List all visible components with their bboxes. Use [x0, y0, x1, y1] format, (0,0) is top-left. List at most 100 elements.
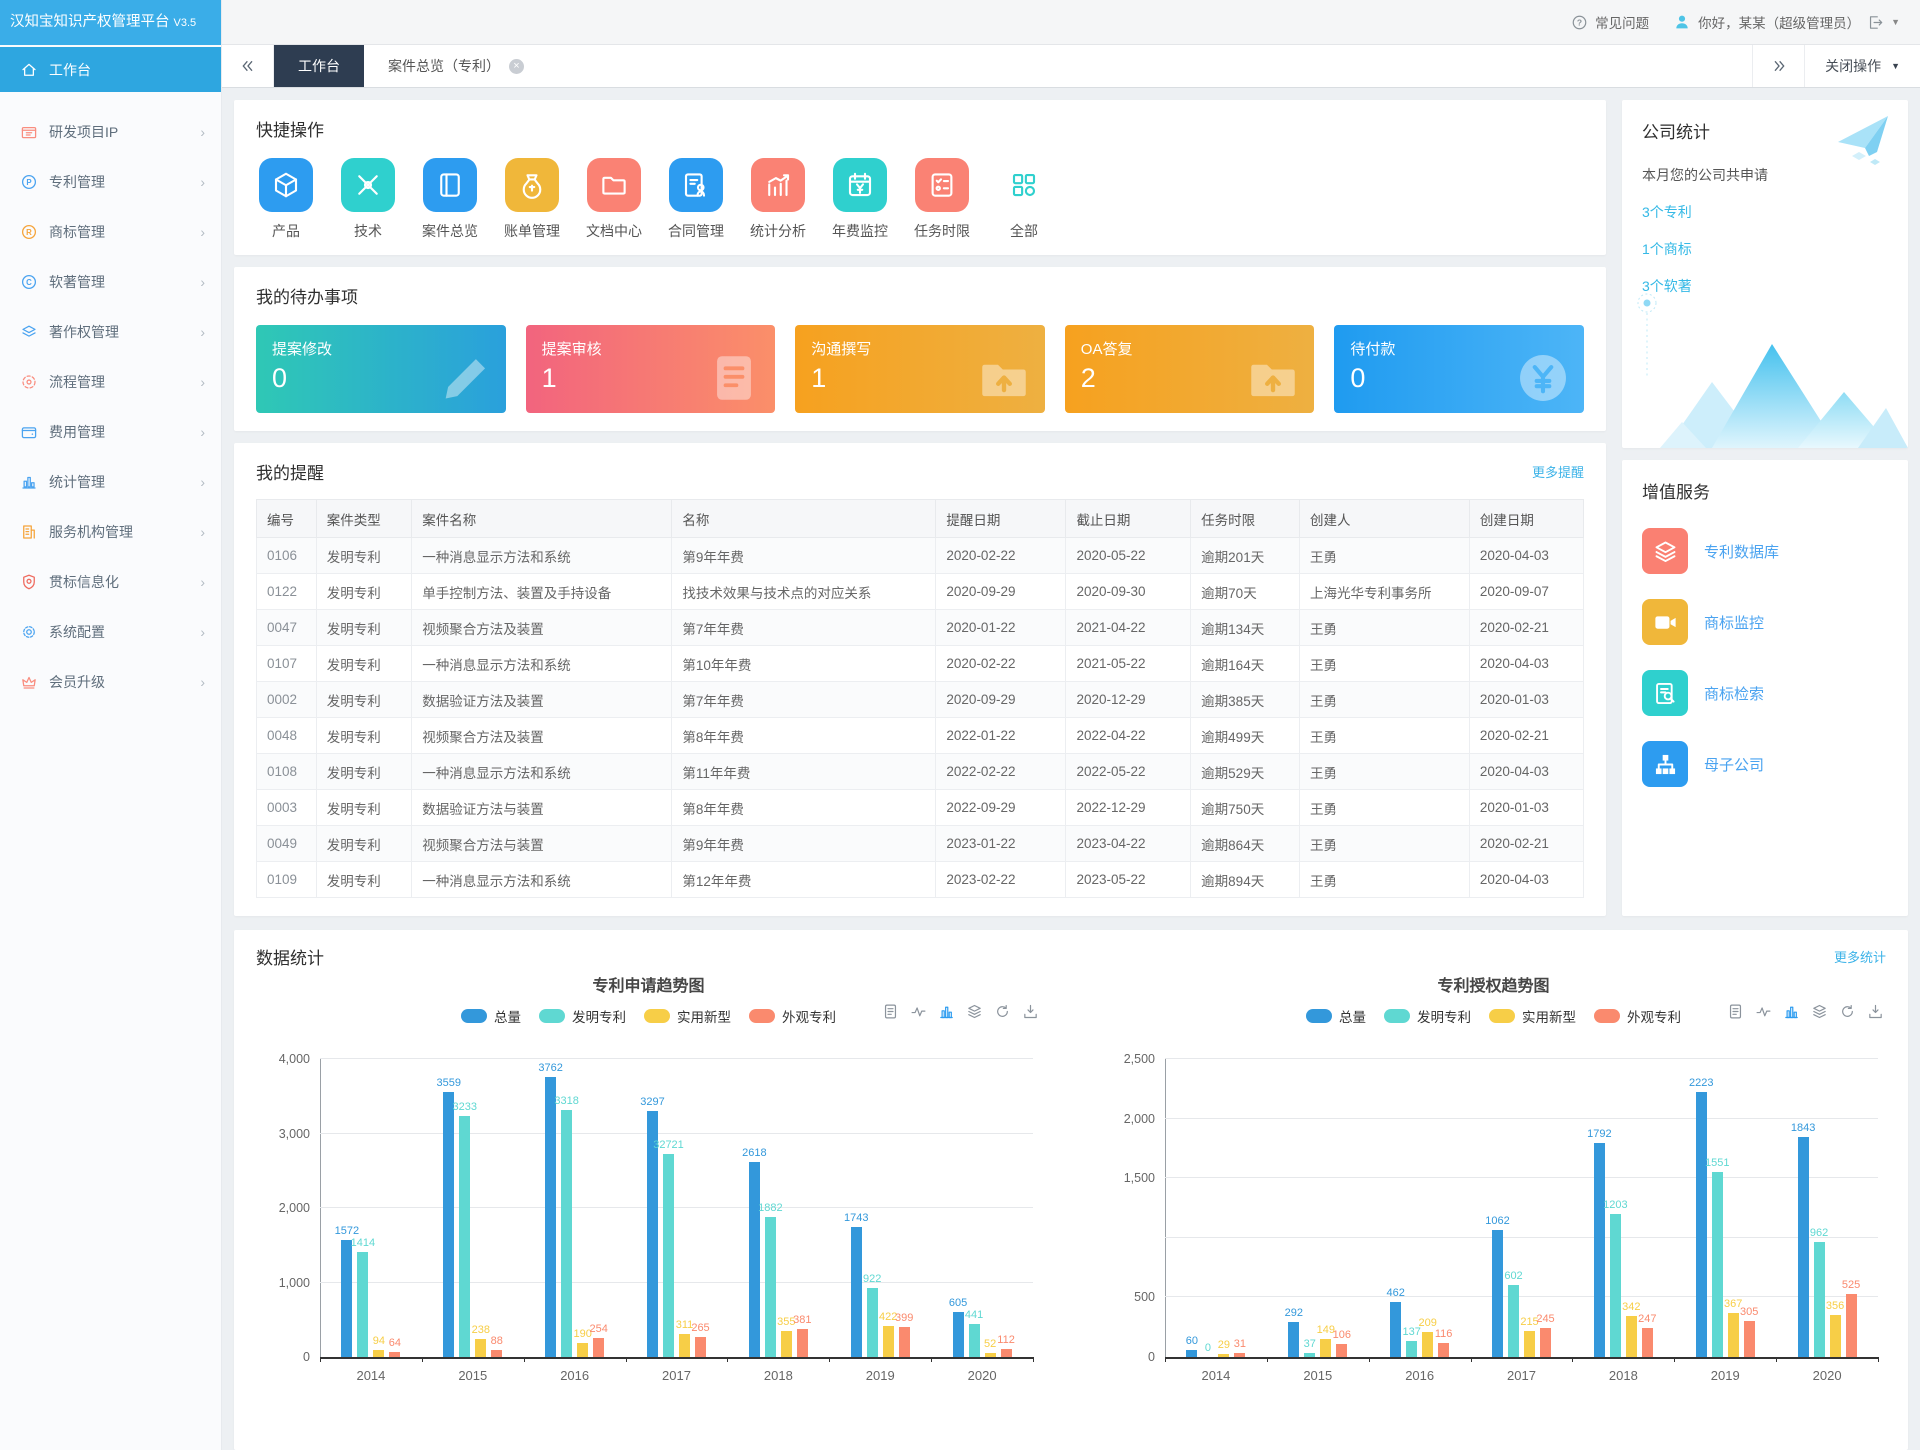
- quick-op-合同管理[interactable]: 合同管理: [666, 158, 726, 241]
- quick-op-统计分析[interactable]: 统计分析: [748, 158, 808, 241]
- bar-实用新型-2014[interactable]: 29: [1218, 1059, 1229, 1357]
- sidebar-item-商标管理[interactable]: R商标管理›: [0, 212, 221, 252]
- bar-总量-2017[interactable]: 1062: [1492, 1059, 1503, 1357]
- bar-总量-2019[interactable]: 2223: [1696, 1059, 1707, 1357]
- bar-发明专利-2015[interactable]: 3233: [459, 1059, 470, 1357]
- sidebar-item-研发项目IP[interactable]: 研发项目IP›: [0, 112, 221, 152]
- quick-op-产品[interactable]: 产品: [256, 158, 316, 241]
- bar-总量-2016[interactable]: 462: [1390, 1059, 1401, 1357]
- bar-发明专利-2015[interactable]: 37: [1304, 1059, 1315, 1357]
- legend-item-发明专利[interactable]: 发明专利: [539, 1006, 626, 1026]
- legend-item-外观专利[interactable]: 外观专利: [1594, 1006, 1681, 1026]
- legend-item-总量[interactable]: 总量: [461, 1006, 521, 1026]
- bar-发明专利-2017[interactable]: 32721: [663, 1059, 674, 1357]
- bar-实用新型-2015[interactable]: 149: [1320, 1059, 1331, 1357]
- bar-实用新型-2019[interactable]: 367: [1728, 1059, 1739, 1357]
- table-row[interactable]: 0106发明专利一种消息显示方法和系统第9年年费2020-02-222020-0…: [257, 538, 1584, 574]
- bar-实用新型-2018[interactable]: 342: [1626, 1059, 1637, 1357]
- bar-发明专利-2014[interactable]: 1414: [357, 1059, 368, 1357]
- bar-外观专利-2018[interactable]: 247: [1642, 1059, 1653, 1357]
- sidebar-item-服务机构管理[interactable]: 服务机构管理›: [0, 512, 221, 552]
- bar-外观专利-2020[interactable]: 112: [1001, 1059, 1012, 1357]
- stack-icon[interactable]: [966, 1003, 983, 1020]
- quick-op-案件总览[interactable]: 案件总览: [420, 158, 480, 241]
- bar-发明专利-2014[interactable]: 0: [1202, 1059, 1213, 1357]
- logout-icon[interactable]: [1867, 14, 1884, 31]
- chevron-down-icon[interactable]: ▼: [1891, 17, 1900, 27]
- bar-chart-icon[interactable]: [938, 1003, 955, 1020]
- bar-发明专利-2017[interactable]: 602: [1508, 1059, 1519, 1357]
- bar-发明专利-2016[interactable]: 137: [1406, 1059, 1417, 1357]
- service-item-商标监控[interactable]: 商标监控: [1642, 599, 1888, 645]
- table-row[interactable]: 0122发明专利单手控制方法、装置及手持设备找技术效果与技术点的对应关系2020…: [257, 574, 1584, 610]
- sidebar-item-统计管理[interactable]: 统计管理›: [0, 462, 221, 502]
- legend-item-发明专利[interactable]: 发明专利: [1384, 1006, 1471, 1026]
- bar-总量-2015[interactable]: 292: [1288, 1059, 1299, 1357]
- table-row[interactable]: 0108发明专利一种消息显示方法和系统第11年年费2022-02-222022-…: [257, 754, 1584, 790]
- bar-总量-2020[interactable]: 1843: [1798, 1059, 1809, 1357]
- table-row[interactable]: 0109发明专利一种消息显示方法和系统第12年年费2023-02-222023-…: [257, 862, 1584, 898]
- line-chart-icon[interactable]: [910, 1003, 927, 1020]
- service-item-专利数据库[interactable]: 专利数据库: [1642, 528, 1888, 574]
- sidebar-item-贯标信息化[interactable]: 贯标信息化›: [0, 562, 221, 602]
- quick-op-全部[interactable]: 全部: [994, 158, 1054, 241]
- bar-发明专利-2019[interactable]: 1551: [1712, 1059, 1723, 1357]
- legend-item-实用新型[interactable]: 实用新型: [644, 1006, 731, 1026]
- bar-实用新型-2014[interactable]: 94: [373, 1059, 384, 1357]
- more-statistics-link[interactable]: 更多统计: [1834, 947, 1886, 966]
- bar-外观专利-2016[interactable]: 254: [593, 1059, 604, 1357]
- line-chart-icon[interactable]: [1755, 1003, 1772, 1020]
- tabs-scroll-right-button[interactable]: [1752, 45, 1804, 87]
- sidebar-item-著作权管理[interactable]: 著作权管理›: [0, 312, 221, 352]
- faq-button[interactable]: ? 常见问题: [1571, 12, 1649, 32]
- bar-总量-2020[interactable]: 605: [953, 1059, 964, 1357]
- bar-外观专利-2019[interactable]: 399: [899, 1059, 910, 1357]
- todo-card-提案修改[interactable]: 提案修改0: [256, 325, 506, 413]
- quick-op-技术[interactable]: 技术: [338, 158, 398, 241]
- bar-发明专利-2020[interactable]: 441: [969, 1059, 980, 1357]
- bar-外观专利-2017[interactable]: 265: [695, 1059, 706, 1357]
- bar-外观专利-2020[interactable]: 525: [1846, 1059, 1857, 1357]
- user-menu[interactable]: 你好，某某（超级管理员） ▼: [1673, 12, 1900, 32]
- more-reminders-link[interactable]: 更多提醒: [1532, 462, 1584, 481]
- table-row[interactable]: 0048发明专利视频聚合方法及装置第8年年费2022-01-222022-04-…: [257, 718, 1584, 754]
- table-row[interactable]: 0002发明专利数据验证方法及装置第7年年费2020-09-292020-12-…: [257, 682, 1584, 718]
- bar-发明专利-2018[interactable]: 1203: [1610, 1059, 1621, 1357]
- sidebar-item-专利管理[interactable]: P专利管理›: [0, 162, 221, 202]
- bar-实用新型-2017[interactable]: 311: [679, 1059, 690, 1357]
- sidebar-item-软著管理[interactable]: C软著管理›: [0, 262, 221, 302]
- bar-chart-icon[interactable]: [1783, 1003, 1800, 1020]
- quick-op-年费监控[interactable]: 年费监控: [830, 158, 890, 241]
- close-tab-icon[interactable]: ×: [509, 59, 524, 74]
- bar-实用新型-2020[interactable]: 356: [1830, 1059, 1841, 1357]
- bar-外观专利-2014[interactable]: 31: [1234, 1059, 1245, 1357]
- bar-总量-2014[interactable]: 60: [1186, 1059, 1197, 1357]
- restore-icon[interactable]: [994, 1003, 1011, 1020]
- bar-外观专利-2016[interactable]: 116: [1438, 1059, 1449, 1357]
- todo-card-提案审核[interactable]: 提案审核1: [526, 325, 776, 413]
- tabs-scroll-left-button[interactable]: [222, 45, 274, 87]
- bar-总量-2014[interactable]: 1572: [341, 1059, 352, 1357]
- company-stat-line[interactable]: 3个专利: [1642, 202, 1888, 222]
- bar-外观专利-2015[interactable]: 106: [1336, 1059, 1347, 1357]
- bar-总量-2017[interactable]: 3297: [647, 1059, 658, 1357]
- sidebar-item-会员升级[interactable]: 会员升级›: [0, 662, 221, 702]
- download-icon[interactable]: [1867, 1003, 1884, 1020]
- todo-card-OA答复[interactable]: OA答复2: [1065, 325, 1315, 413]
- quick-op-任务时限[interactable]: 任务时限: [912, 158, 972, 241]
- service-item-商标检索[interactable]: 商标检索: [1642, 670, 1888, 716]
- table-row[interactable]: 0107发明专利一种消息显示方法和系统第10年年费2020-02-222021-…: [257, 646, 1584, 682]
- data-view-icon[interactable]: [1727, 1003, 1744, 1020]
- quick-op-账单管理[interactable]: 账单管理: [502, 158, 562, 241]
- stack-icon[interactable]: [1811, 1003, 1828, 1020]
- bar-实用新型-2016[interactable]: 190: [577, 1059, 588, 1357]
- tab-case-overview[interactable]: 案件总览（专利） ×: [364, 45, 548, 87]
- legend-item-外观专利[interactable]: 外观专利: [749, 1006, 836, 1026]
- bar-发明专利-2019[interactable]: 922: [867, 1059, 878, 1357]
- bar-实用新型-2016[interactable]: 209: [1422, 1059, 1433, 1357]
- service-item-母子公司[interactable]: 母子公司: [1642, 741, 1888, 787]
- bar-实用新型-2017[interactable]: 215: [1524, 1059, 1535, 1357]
- bar-外观专利-2018[interactable]: 381: [797, 1059, 808, 1357]
- bar-外观专利-2014[interactable]: 64: [389, 1059, 400, 1357]
- close-operations-dropdown[interactable]: 关闭操作 ▼: [1804, 45, 1920, 87]
